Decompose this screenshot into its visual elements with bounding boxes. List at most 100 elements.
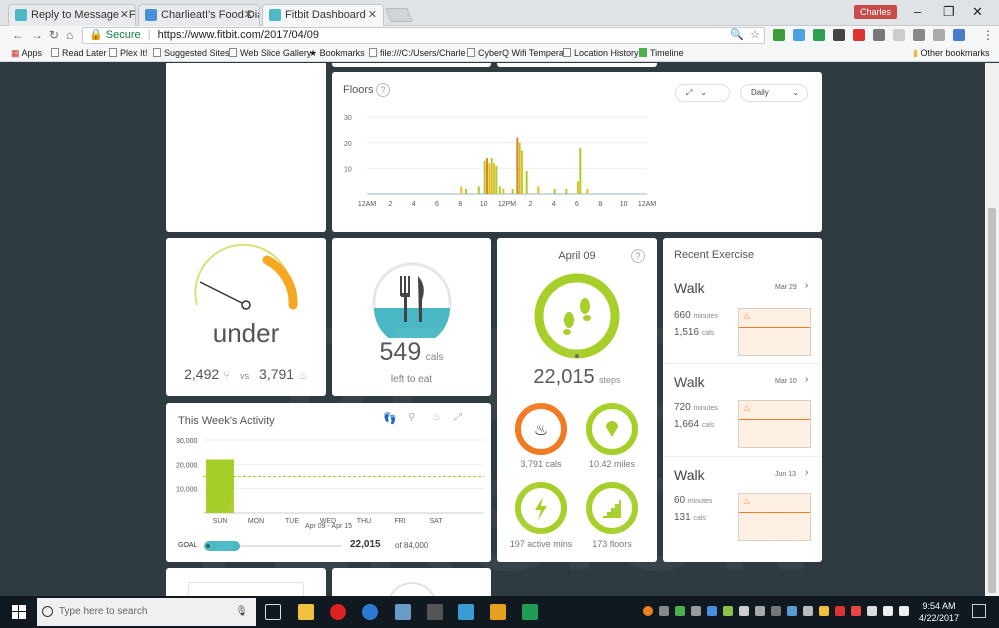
bookmark-file[interactable]: file:///C:/Users/Charle — [369, 45, 466, 61]
tray-icon[interactable] — [691, 606, 701, 616]
tab-food-diary[interactable]: CharlieatI's Food Diary | F ✕ — [138, 4, 260, 26]
home-icon[interactable]: ⌂ — [66, 28, 73, 42]
exercise-item[interactable]: Walk Jun 13 › 60 minutes 131 cals ♨ — [663, 456, 822, 549]
chevron-right-icon: › — [805, 467, 809, 478]
food-plan-card[interactable]: 549 cals left to eat — [332, 238, 491, 396]
floors-xtick-label: 8 — [598, 201, 602, 208]
reload-icon[interactable]: ↻ — [49, 28, 59, 42]
bookmark-cyberq[interactable]: CyberQ Wifi Temperat — [467, 45, 566, 61]
extension-icon[interactable] — [853, 29, 865, 41]
close-tab-icon[interactable]: ✕ — [120, 5, 129, 25]
bookmark-bookmarks[interactable]: ★ Bookmarks — [309, 45, 365, 61]
extension-icon[interactable] — [873, 29, 885, 41]
floors-bar — [537, 186, 540, 194]
tray-icon[interactable] — [819, 606, 829, 616]
floors-bar — [477, 186, 480, 194]
tray-icon[interactable] — [739, 606, 749, 616]
close-tab-icon[interactable]: ✕ — [368, 5, 377, 25]
taskbar-search[interactable]: Type here to search 🎙 — [37, 598, 256, 626]
tray-icon[interactable] — [659, 606, 669, 616]
edge-icon[interactable] — [362, 604, 378, 620]
minimize-icon[interactable]: – — [914, 4, 921, 19]
new-tab-button[interactable] — [385, 8, 413, 22]
file-explorer-icon[interactable] — [298, 604, 314, 620]
burned-calories: 3,791 — [259, 366, 295, 382]
help-icon[interactable]: ? — [631, 249, 645, 263]
exercise-minutes: 660 minutes — [674, 310, 718, 321]
extension-icon[interactable] — [893, 29, 905, 41]
drive-icon[interactable] — [813, 29, 825, 41]
tray-icon[interactable] — [851, 606, 861, 616]
maps-icon — [639, 48, 647, 57]
microphone-icon[interactable]: 🎙 — [235, 598, 248, 626]
extension-icon[interactable] — [833, 29, 845, 41]
bookmark-timeline[interactable]: Timeline — [639, 45, 684, 61]
opera-icon[interactable] — [330, 604, 346, 620]
fitbit-favicon-icon — [15, 9, 27, 21]
bookmark-star-icon[interactable]: ☆ — [750, 28, 760, 43]
excel-icon[interactable] — [522, 604, 538, 620]
tray-icon[interactable] — [643, 606, 653, 616]
outlook-icon[interactable] — [490, 604, 506, 620]
tab-fitbit-dashboard[interactable]: Fitbit Dashboard ✕ — [262, 4, 384, 26]
menu-icon[interactable]: ⋮ — [982, 28, 994, 42]
cast-icon[interactable] — [933, 29, 945, 41]
distance-ring[interactable] — [586, 403, 638, 455]
active-minutes-ring[interactable] — [515, 482, 567, 534]
tray-icon[interactable] — [835, 606, 845, 616]
bluetooth-icon[interactable] — [707, 606, 717, 616]
bookmark-other-bookmarks[interactable]: ▮ Other bookmarks — [913, 45, 989, 61]
bookmark-read-later[interactable]: Read Later — [51, 45, 107, 61]
network-icon[interactable] — [883, 606, 893, 616]
food-remaining: 549 cals — [332, 338, 491, 367]
goal-value: 22,015 — [350, 539, 381, 550]
restore-icon[interactable]: ❐ — [943, 4, 955, 20]
extension-icon[interactable] — [793, 29, 805, 41]
task-view-icon[interactable] — [265, 604, 281, 620]
tray-icon[interactable] — [867, 606, 877, 616]
extension-icon[interactable] — [773, 29, 785, 41]
steps-ring[interactable] — [497, 272, 657, 362]
tray-icon[interactable] — [755, 606, 765, 616]
forward-icon[interactable]: → — [31, 28, 43, 42]
tile-partial-top — [332, 63, 491, 67]
floors-ring[interactable] — [586, 482, 638, 534]
chrome-app-icon[interactable] — [395, 604, 411, 620]
tray-icon[interactable] — [787, 606, 797, 616]
back-icon[interactable]: ← — [12, 28, 24, 42]
floors-xtick-label: 4 — [412, 201, 416, 208]
floors-bar — [495, 165, 498, 194]
app-icon[interactable] — [427, 604, 443, 620]
exercise-item[interactable]: Walk Mar 29 › 660 minutes 1,516 cals ♨ — [663, 270, 822, 363]
exercise-item[interactable]: Walk Mar 10 › 720 minutes 1,664 cals ♨ — [663, 363, 822, 456]
bookmark-apps[interactable]: ▦ Apps — [11, 45, 42, 61]
bookmark-location-history[interactable]: Location History — [563, 45, 639, 61]
bookmark-suggested-sites[interactable]: Suggested Sites — [153, 45, 230, 61]
photos-icon[interactable] — [458, 604, 474, 620]
tray-icon[interactable] — [771, 606, 781, 616]
close-window-icon[interactable]: ✕ — [972, 4, 983, 20]
week-ytick-label: 30,000 — [176, 438, 198, 445]
page-icon — [467, 48, 475, 57]
zoom-icon[interactable]: 🔍 — [730, 28, 744, 43]
windows-start-icon[interactable] — [12, 605, 26, 619]
tab-reply-to-message[interactable]: Reply to Message - Fitbit ✕ — [8, 4, 136, 26]
calorie-balance-card[interactable]: under 2,492 ⑂ vs 3,791 ♨ — [166, 238, 326, 396]
notifications-icon[interactable] — [972, 604, 986, 618]
calories-ring[interactable]: ♨ — [515, 403, 567, 455]
tray-icon[interactable] — [723, 606, 733, 616]
apps-grid-icon: ▦ — [11, 48, 22, 58]
tray-icon[interactable] — [675, 606, 685, 616]
extension-icon[interactable] — [953, 29, 965, 41]
week-bar — [206, 459, 234, 513]
bookmark-plex-it[interactable]: Plex It! — [109, 45, 148, 61]
bookmark-web-slice-gallery[interactable]: Web Slice Gallery — [229, 45, 311, 61]
scrollbar-thumb[interactable] — [988, 208, 996, 593]
volume-icon[interactable] — [899, 606, 909, 616]
tray-icon[interactable] — [803, 606, 813, 616]
extension-icon[interactable] — [913, 29, 925, 41]
address-bar[interactable]: 🔒 Secure | https://www.fitbit.com/2017/0… — [82, 27, 765, 44]
close-tab-icon[interactable]: ✕ — [244, 5, 253, 25]
taskbar-clock[interactable]: 9:54 AM 4/22/2017 — [914, 600, 964, 624]
profile-button[interactable]: Charles — [854, 5, 898, 19]
